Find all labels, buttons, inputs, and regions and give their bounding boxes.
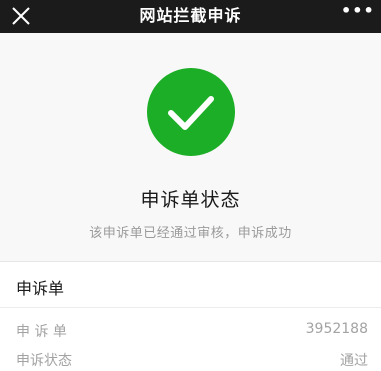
top-bar: 网站拦截申诉 •••: [0, 0, 381, 33]
more-icon[interactable]: •••: [341, 3, 374, 26]
result-panel: 申诉单状态 该申诉单已经通过审核，申诉成功: [0, 33, 381, 261]
ticket-card: 申诉单 申 诉 单 3952188 申诉状态 通过: [0, 261, 381, 371]
ticket-status-value: 通过: [340, 353, 368, 369]
ticket-number-value: 3952188: [305, 321, 368, 337]
status-title: 申诉单状态: [140, 189, 241, 211]
page-title: 网站拦截申诉: [139, 6, 242, 25]
ticket-status-label: 申诉状态: [16, 353, 72, 369]
check-icon: [147, 68, 235, 156]
status-description: 该申诉单已经通过审核，申诉成功: [89, 226, 292, 241]
ticket-number-label: 申 诉 单: [16, 324, 67, 340]
divider: [0, 307, 381, 308]
ticket-card-header: 申诉单: [16, 279, 65, 298]
